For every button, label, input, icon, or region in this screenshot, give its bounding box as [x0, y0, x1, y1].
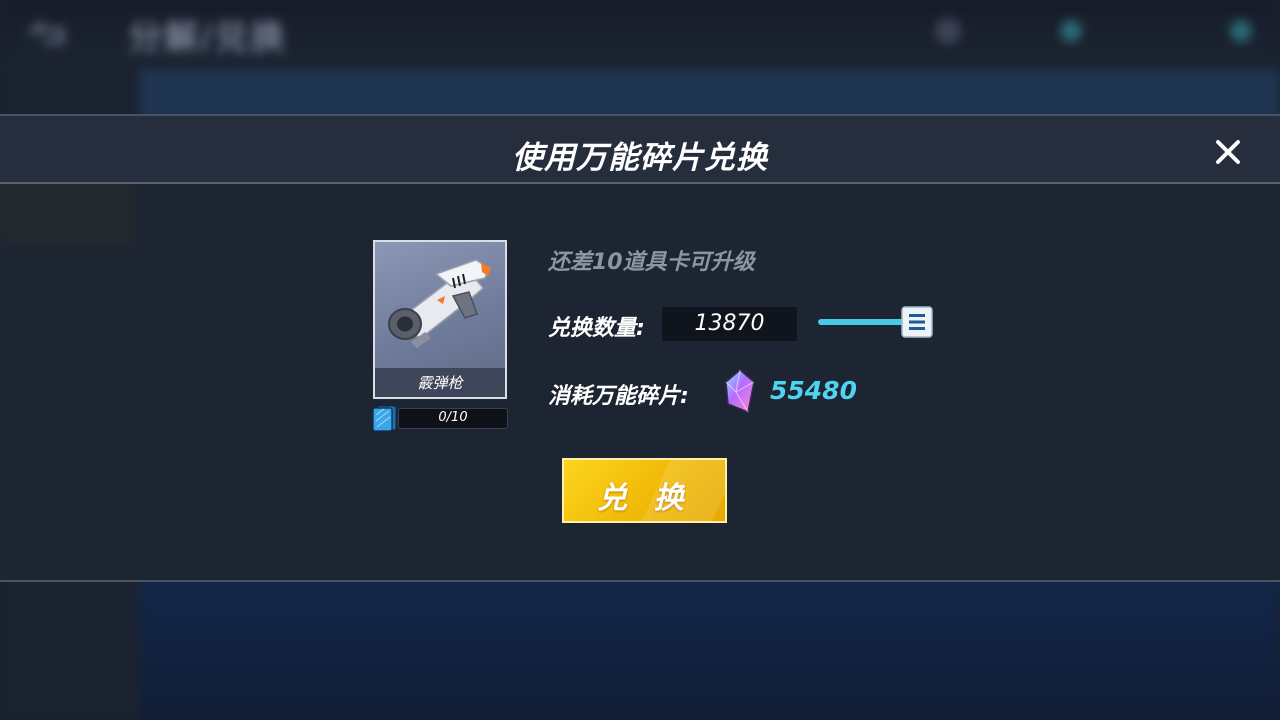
background-icon [935, 18, 961, 44]
progress-bar: 0/10 [398, 408, 508, 429]
item-name: 霰弹枪 [417, 374, 463, 392]
close-icon[interactable] [1212, 136, 1244, 168]
dialog-title: 使用万能碎片兑换 [512, 140, 768, 176]
exchange-button[interactable]: 兑 换 [562, 458, 727, 523]
shotgun-icon [388, 259, 491, 348]
quantity-value: 13870 [694, 311, 765, 336]
quantity-label: 兑换数量: [548, 316, 645, 341]
quantity-slider[interactable] [818, 319, 908, 325]
back-arrow-icon [28, 20, 65, 45]
background-page-title: 分解/兑换 [128, 18, 287, 58]
exchange-button-label: 兑 换 [597, 481, 692, 516]
exchange-dialog: 使用万能碎片兑换 霰弹枪 0/10 还差10道具卡可升级 兑换数量: 13870… [0, 114, 1280, 582]
background-banner [140, 70, 1280, 120]
dialog-header: 使用万能碎片兑换 [0, 116, 1280, 184]
progress-text: 0/10 [438, 410, 468, 425]
crystal-shard-icon [725, 369, 755, 414]
background-icon [1230, 20, 1252, 42]
item-card-progress: 0/10 [372, 405, 508, 432]
cost-value: 55480 [770, 376, 857, 405]
background-bottom-panel [140, 575, 1280, 720]
item-card-icon [372, 405, 397, 432]
menu-lines-icon[interactable] [900, 305, 934, 339]
background-icon [1060, 20, 1082, 42]
cost-label: 消耗万能碎片: [548, 384, 689, 409]
quantity-field[interactable]: 13870 [662, 307, 797, 341]
item-name-bar: 霰弹枪 [375, 368, 505, 397]
item-card[interactable]: 霰弹枪 [373, 240, 507, 399]
upgrade-hint: 还差10道具卡可升级 [548, 250, 755, 275]
